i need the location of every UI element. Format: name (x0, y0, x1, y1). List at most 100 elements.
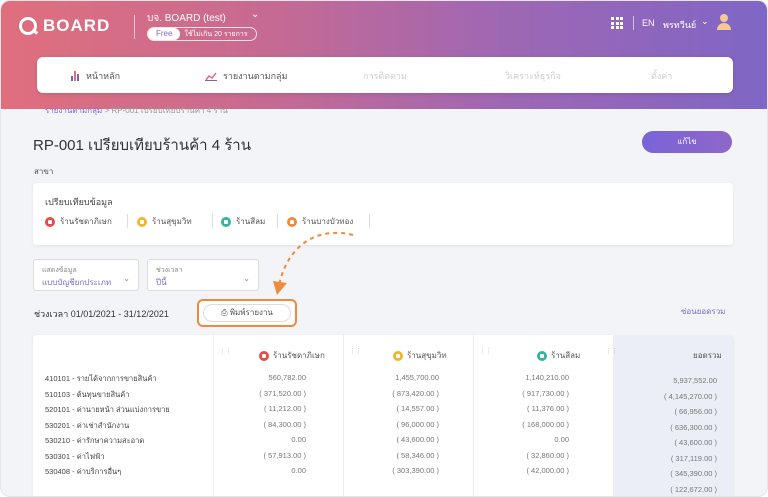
company-name[interactable]: บจ. BOARD (test) (147, 11, 226, 26)
dashed-arrow-icon (273, 231, 354, 295)
nav-item-group-report[interactable]: รายงานตามกลุ่ม (205, 69, 288, 83)
board-logo[interactable]: BOARD (19, 15, 110, 37)
table-cell: ( 168,000.00 ) (522, 419, 569, 429)
table-row-label: 530210 - ค่ารักษาความสะอาด (45, 436, 145, 445)
table-cell: ( 58,346.00 ) (396, 450, 439, 460)
header-divider-right (633, 16, 634, 30)
apps-grid-icon[interactable] (611, 17, 623, 29)
table-cell-total: ( 345,390.00 ) (670, 469, 717, 478)
logo-mark-icon (19, 17, 37, 35)
chevron-down-icon: ⌄ (123, 274, 130, 283)
table-cell: ( 11,212.00 ) (264, 404, 306, 413)
display-select-label: แสดงข้อมูล (42, 267, 77, 274)
table-cell: ( 32,860.00 ) (526, 450, 569, 460)
table-cell: 0.00 (291, 466, 306, 475)
table-cell: 0.00 (291, 435, 306, 444)
edit-button[interactable]: แก้ไข (642, 131, 732, 153)
table-cell-total: ( 43,600.00 ) (674, 438, 717, 447)
drag-handle-icon[interactable]: ⋮⋮ (349, 347, 362, 355)
print-report-button[interactable]: ⎙ พิมพ์รายงาน (203, 304, 291, 322)
nav-item-label: รายงานตามกลุ่ม (223, 71, 288, 81)
column-header-total: ยอดรวม (693, 349, 722, 362)
print-highlight: ⎙ พิมพ์รายงาน (197, 299, 297, 327)
print-report-label: พิมพ์รายงาน (229, 308, 273, 317)
store-chip-sukhumvit[interactable]: ร้านสุขุมวิท (137, 215, 192, 228)
trend-icon (205, 72, 217, 81)
nav-item-label: ตั้งค่า (651, 71, 673, 81)
table-row-label: 530201 - ค่าเช่าสำนักงาน (45, 420, 130, 430)
table-cell-total: ( 4,145,270.00 ) (664, 391, 717, 401)
breadcrumb: รายงานตามกลุ่ม > RP-001 เปรียบเทียบร้านค… (45, 104, 228, 117)
table-cell-total: ( 636,300.00 ) (670, 422, 717, 432)
table-cell: 1,140,210.00 (525, 373, 569, 382)
column-header-ratchada: ร้านรัชดาภิเษก (259, 349, 325, 362)
display-select[interactable]: แสดงข้อมูล แบบบัญชียกประเภท ⌄ (33, 259, 139, 291)
table-cell: ( 917,730.00 ) (522, 388, 569, 398)
column-divider (473, 335, 474, 496)
compare-card: เปรียบเทียบข้อมูล ร้านรัชดาภิเษก ร้านสุข… (33, 183, 733, 245)
app-window: BOARD บจ. BOARD (test) ⌄ Free ใช้ไม่เกิน… (0, 0, 768, 497)
column-header-label: ร้านสีลม (551, 351, 581, 360)
store-icon (393, 350, 403, 361)
plan-badge: Free (148, 28, 181, 40)
drag-handle-icon[interactable]: ⋮⋮ (219, 347, 232, 355)
store-divider (212, 214, 213, 228)
main-nav: หน้าหลัก รายงานตามกลุ่ม การติดตาม วิเครา… (37, 57, 733, 93)
table-cell: ( 371,520.00 ) (259, 388, 306, 398)
table-cell: ( 11,376.00 ) (527, 404, 569, 413)
table-cell: ( 96,000.00 ) (396, 419, 439, 429)
table-cell: ( 43,600.00 ) (396, 435, 439, 444)
avatar[interactable] (715, 13, 733, 31)
store-icon (45, 216, 55, 227)
table-cell-total: 5,937,552.00 (673, 376, 717, 385)
display-select-value: แบบบัญชียกประเภท (42, 278, 112, 287)
store-name: ร้านสุขุมวิท (152, 217, 192, 226)
store-icon (137, 216, 147, 227)
printer-icon: ⎙ (221, 308, 228, 317)
column-header-silom: ร้านสีลม (537, 349, 580, 362)
table-cell: 560,782.00 (268, 373, 306, 382)
table-row-label: 530301 - ค่าไฟฟ้า (45, 451, 105, 461)
table-cell: 1,455,700.00 (395, 373, 439, 382)
table-cell-total: ( 66,956.00 ) (674, 407, 717, 416)
period-select-label: ช่วงเวลา (156, 267, 183, 274)
nav-item-tracking[interactable]: การติดตาม (363, 69, 407, 83)
table-row-label: 410101 - รายได้จากการขายสินค้า (45, 374, 157, 383)
compare-title: เปรียบเทียบข้อมูล (45, 197, 113, 207)
user-name[interactable]: พรทวีนย์ (663, 18, 696, 32)
table-cell: ( 57,913.00 ) (263, 450, 306, 460)
drag-handle-icon[interactable]: ⋮⋮ (605, 347, 618, 355)
table-cell: ( 303,390.00 ) (392, 466, 439, 475)
table-row-label: 510103 - ต้นทุนขายสินค้า (45, 389, 130, 399)
table-cell: ( 14,557.00 ) (396, 404, 439, 413)
column-header-label: ร้านรัชดาภิเษก (273, 351, 325, 360)
hide-total-link[interactable]: ซ่อนยอดรวม (681, 305, 725, 318)
store-name: ร้านรัชดาภิเษก (60, 217, 112, 226)
header-divider (134, 15, 135, 39)
store-divider (127, 214, 128, 228)
store-icon (221, 216, 231, 227)
breadcrumb-current: RP-001 เปรียบเทียบร้านค้า 4 ร้าน (111, 106, 228, 115)
drag-handle-icon[interactable]: ⋮⋮ (479, 347, 492, 355)
breadcrumb-parent-link[interactable]: รายงานตามกลุ่ม (45, 106, 102, 115)
nav-item-label: การติดตาม (363, 71, 407, 81)
table-cell: ( 84,300.00 ) (263, 419, 306, 429)
chevron-down-icon[interactable]: ⌄ (251, 9, 259, 20)
plan-text: ใช้ไม่เกิน 20 รายการ (184, 30, 248, 38)
language-toggle[interactable]: EN (642, 18, 655, 28)
plan-indicator: Free ใช้ไม่เกิน 20 รายการ (147, 27, 257, 41)
table-cell-total: ( 317,119.00 ) (670, 453, 717, 463)
period-select-value: ปีนี้ (156, 278, 167, 287)
nav-item-analysis[interactable]: วิเคราะห์ธุรกิจ (505, 69, 561, 83)
page-title: RP-001 เปรียบเทียบร้านค้า 4 ร้าน (33, 137, 251, 154)
column-divider (213, 335, 214, 496)
store-chip-ratchada[interactable]: ร้านรัชดาภิเษก (45, 215, 112, 228)
user-chevron-icon[interactable]: ⌄ (701, 16, 709, 27)
store-icon (259, 350, 269, 361)
column-divider (343, 335, 344, 496)
table-cell-total: ( 122,672.00 ) (670, 484, 717, 494)
column-header-label: ยอดรวม (693, 351, 722, 360)
nav-item-home[interactable]: หน้าหลัก (71, 69, 120, 83)
nav-item-settings[interactable]: ตั้งค่า (651, 69, 672, 83)
table-row-label: 530408 - ค่าบริการอื่นๆ (45, 467, 122, 476)
